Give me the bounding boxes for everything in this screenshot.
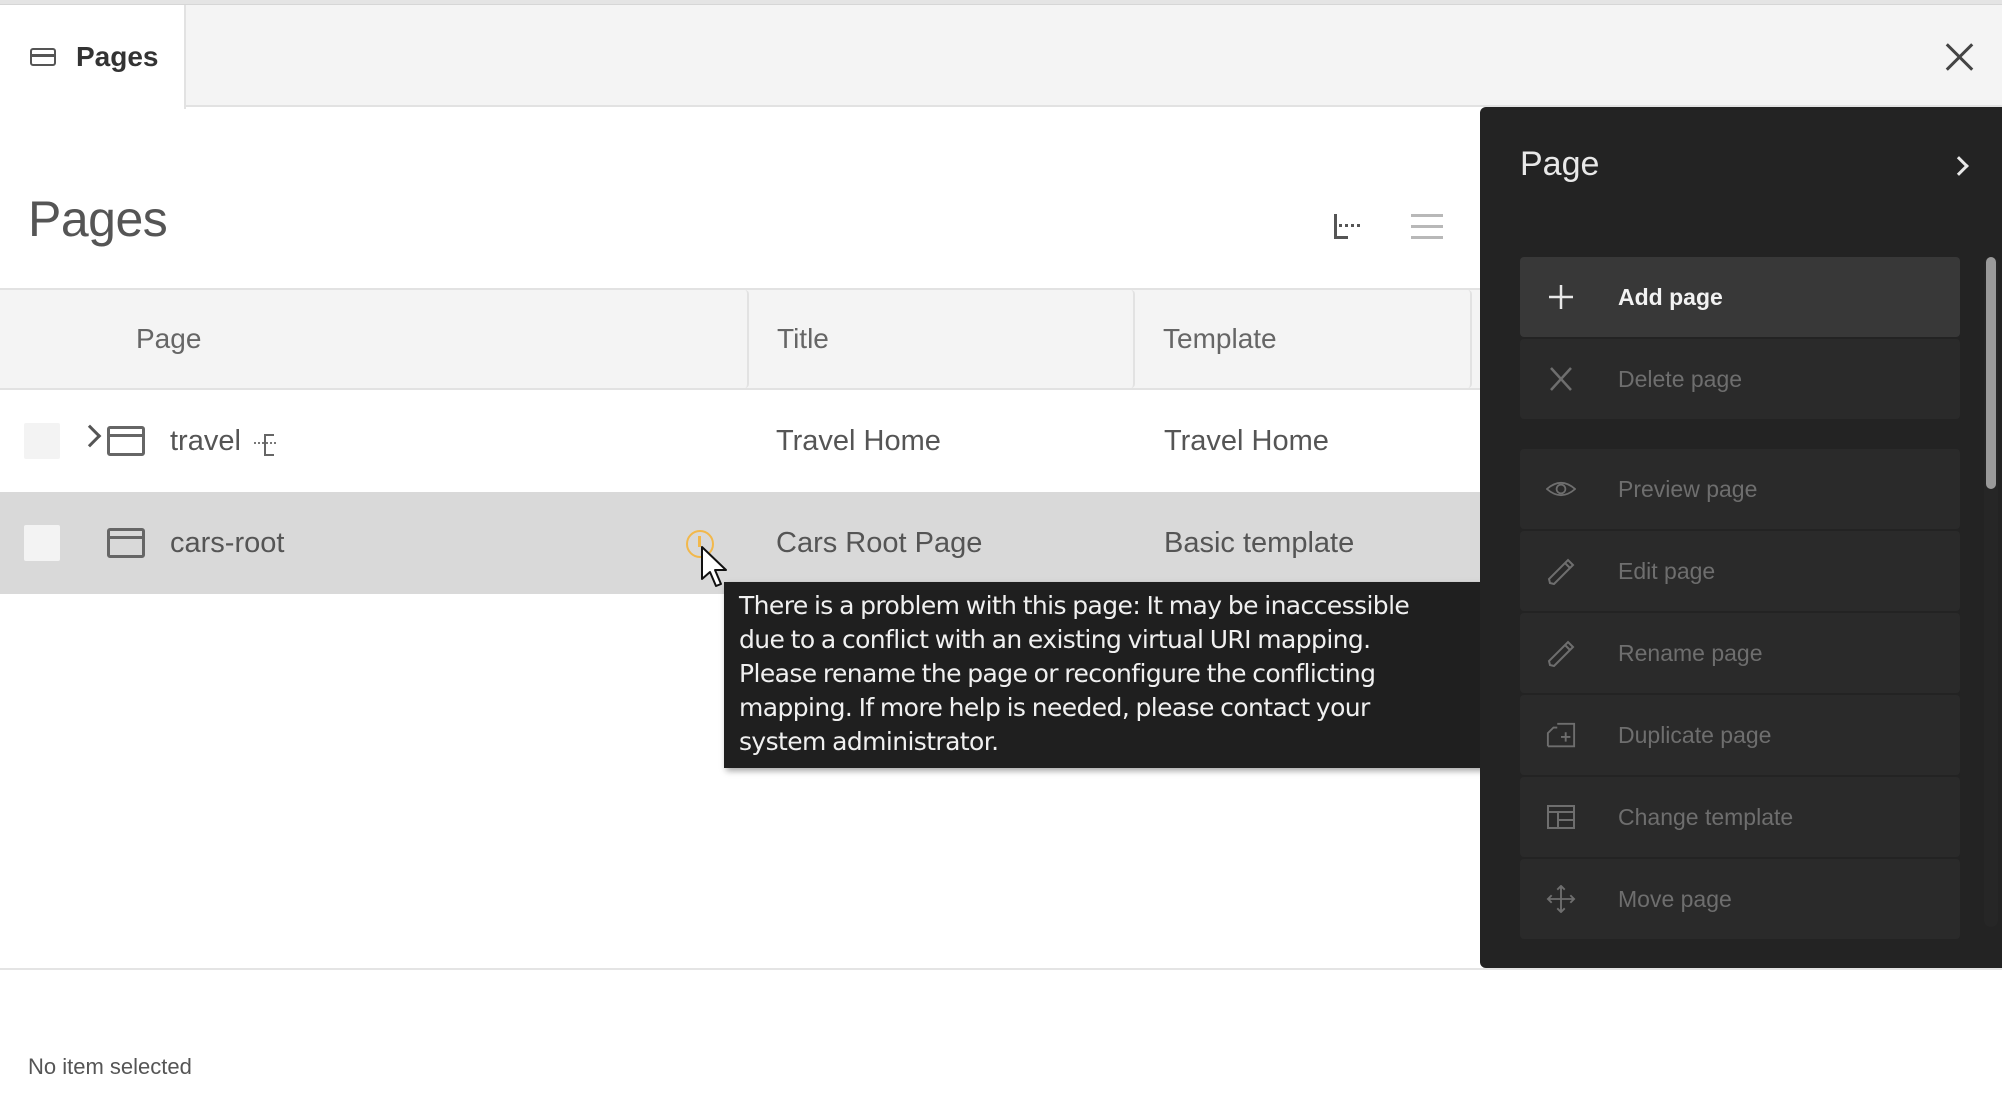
close-icon[interactable] [1938, 35, 1982, 79]
plus-icon [1549, 285, 1573, 309]
row-checkbox[interactable] [24, 423, 60, 459]
action-label: Duplicate page [1618, 721, 1772, 748]
table-row[interactable]: travel Travel Home Travel Home [0, 390, 1480, 492]
page-title: Pages [28, 191, 168, 247]
tab-pages[interactable]: Pages [0, 5, 186, 109]
action-label: Add page [1618, 283, 1723, 310]
tab-label: Pages [76, 41, 159, 72]
divider [0, 968, 2002, 970]
x-icon [1550, 367, 1572, 391]
site-root-icon [254, 432, 278, 458]
page-template-cell: Basic template [1164, 526, 1355, 559]
table-header: Page Title Template [0, 288, 1484, 390]
column-header-page[interactable]: Page [0, 290, 749, 388]
page-icon [107, 528, 145, 558]
action-label: Rename page [1618, 639, 1763, 666]
page-name[interactable]: cars-root [170, 492, 284, 594]
chevron-right-icon[interactable] [1949, 156, 1969, 176]
selection-status: No item selected [28, 1054, 192, 1079]
tab-bar: Pages [0, 5, 2002, 109]
page-icon [30, 48, 56, 66]
warning-tooltip: There is a problem with this page: It ma… [724, 582, 1518, 768]
page-title-cell: Travel Home [776, 424, 941, 457]
tree-view-icon[interactable] [1330, 212, 1364, 242]
template-icon [1547, 805, 1575, 829]
table-row[interactable]: cars-root Cars Root Page Basic template [0, 492, 1480, 594]
pages-table: Page Title Template travel Travel Home T… [0, 288, 1484, 594]
page-actions-panel: Page Add page Delete page Preview page E… [1480, 107, 2002, 968]
action-label: Change template [1618, 803, 1794, 830]
row-checkbox[interactable] [24, 525, 60, 561]
duplicate-icon [1546, 722, 1576, 748]
move-page-button[interactable]: Move page [1520, 859, 1960, 939]
pencil-icon [1547, 640, 1575, 667]
duplicate-page-button[interactable]: Duplicate page [1520, 695, 1960, 775]
action-label: Move page [1618, 885, 1732, 912]
delete-page-button[interactable]: Delete page [1520, 339, 1960, 419]
scrollbar-thumb[interactable] [1986, 257, 1996, 489]
edit-page-button[interactable]: Edit page [1520, 531, 1960, 611]
page-name[interactable]: travel [170, 390, 241, 492]
rename-page-button[interactable]: Rename page [1520, 613, 1960, 693]
move-icon [1546, 885, 1576, 913]
preview-page-button[interactable]: Preview page [1520, 449, 1960, 529]
change-template-button[interactable]: Change template [1520, 777, 1960, 857]
action-label: Edit page [1618, 557, 1716, 584]
column-header-template[interactable]: Template [1135, 290, 1472, 388]
page-template-cell: Travel Home [1164, 424, 1329, 457]
action-label: Delete page [1618, 365, 1743, 392]
column-header-title[interactable]: Title [749, 290, 1135, 388]
action-list: Add page Delete page Preview page Edit p… [1520, 257, 1960, 941]
list-view-icon[interactable] [1411, 212, 1443, 240]
page-icon [107, 426, 145, 456]
chevron-right-icon[interactable] [78, 424, 102, 448]
eye-icon [1546, 481, 1576, 497]
panel-title: Page [1520, 145, 1600, 183]
action-label: Preview page [1618, 475, 1758, 502]
page-title-cell: Cars Root Page [776, 526, 983, 559]
pencil-icon [1547, 558, 1575, 585]
add-page-button[interactable]: Add page [1520, 257, 1960, 337]
